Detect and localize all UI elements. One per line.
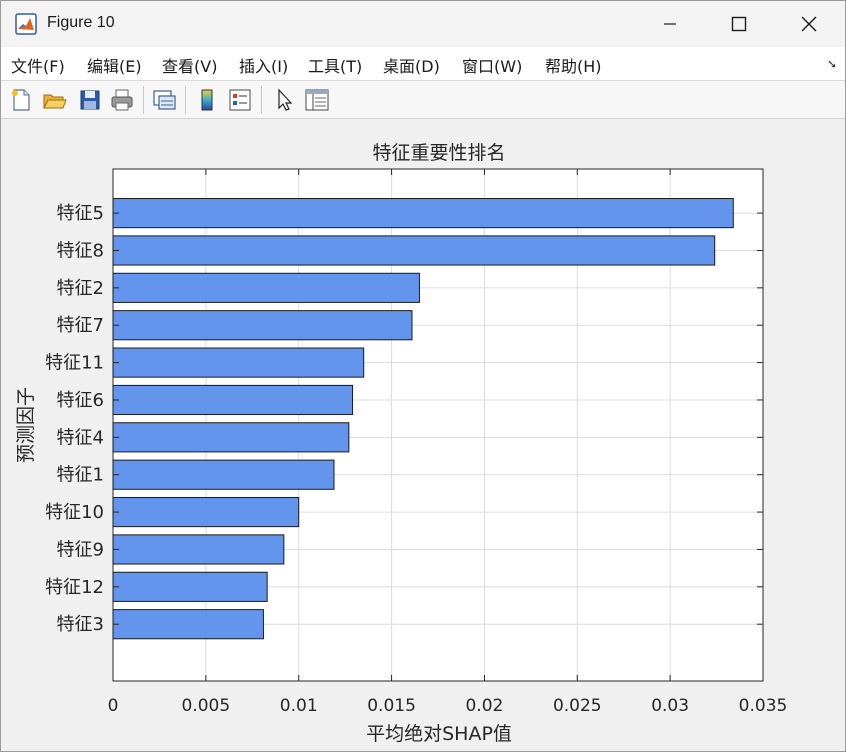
menu-view[interactable]: 查看(V): [162, 53, 217, 77]
x-tick-label: 0.03: [651, 696, 689, 716]
menu-edit[interactable]: 编辑(E): [87, 53, 142, 77]
menu-insert[interactable]: 插入(I): [239, 53, 288, 77]
y-tick-label: 特征1: [57, 465, 104, 486]
maximize-button[interactable]: [704, 1, 774, 47]
x-tick-label: 0.035: [739, 696, 788, 716]
menu-bar: 文件(F) 编辑(E) 查看(V) 插入(I) 工具(T) 桌面(D) 窗口(W…: [1, 47, 845, 81]
minimize-button[interactable]: [635, 1, 705, 47]
bar[interactable]: [112, 235, 716, 266]
bar[interactable]: [112, 497, 300, 528]
colorbar-icon[interactable]: [194, 87, 220, 113]
y-tick-label: 特征7: [57, 315, 104, 336]
close-icon: [801, 16, 817, 32]
bar[interactable]: [112, 310, 413, 341]
x-tick-label: 0.025: [553, 696, 602, 716]
window-title: Figure 10: [47, 14, 115, 31]
y-tick-label: 特征9: [57, 539, 104, 560]
property-inspector-icon[interactable]: [304, 87, 330, 113]
y-tick-label: 特征11: [45, 353, 104, 374]
bar[interactable]: [112, 198, 734, 229]
bar[interactable]: [112, 459, 335, 490]
bar[interactable]: [112, 347, 365, 378]
menu-tools[interactable]: 工具(T): [308, 53, 362, 77]
y-tick-label: 特征2: [57, 278, 104, 299]
bar[interactable]: [112, 272, 420, 303]
x-tick-label: 0.01: [280, 696, 318, 716]
title-bar: Figure 10: [1, 1, 845, 47]
bar[interactable]: [112, 534, 285, 565]
x-tick-label: 0.015: [367, 696, 416, 716]
bar-chart[interactable]: 特征重要性排名 特征5 特征8 特征2 特征7 特征11 特征6 特征4 特征1 特征10 特征9…: [1, 119, 845, 751]
y-axis-label: 预测因子: [15, 387, 37, 463]
x-tick-label: 0: [108, 696, 119, 716]
menu-overflow-icon[interactable]: ➘: [827, 57, 837, 71]
x-tick-label: 0.005: [182, 696, 231, 716]
new-figure-icon[interactable]: [8, 87, 34, 113]
y-tick-label: 特征5: [57, 203, 104, 224]
matlab-logo-icon: [15, 13, 37, 35]
toolbar-separator: [261, 86, 262, 114]
bar[interactable]: [112, 571, 268, 602]
menu-window[interactable]: 窗口(W): [462, 53, 522, 77]
figure-canvas: 特征重要性排名 特征5 特征8 特征2 特征7 特征11 特征6 特征4 特征1 特征10 特征9…: [1, 119, 845, 751]
bar[interactable]: [112, 422, 350, 453]
close-button[interactable]: [774, 1, 844, 47]
y-tick-label: 特征12: [45, 577, 104, 598]
minimize-icon: [664, 23, 676, 25]
menu-desktop[interactable]: 桌面(D): [383, 53, 440, 77]
y-tick-label: 特征3: [57, 614, 104, 635]
menu-help[interactable]: 帮助(H): [545, 53, 602, 77]
y-tick-label: 特征10: [45, 502, 104, 523]
toolbar-separator: [185, 86, 186, 114]
open-file-icon[interactable]: [41, 87, 67, 113]
print-icon[interactable]: [109, 87, 135, 113]
figure-window: Figure 10 文件(F) 编辑(E) 查看(V) 插入(I) 工具(T) …: [0, 0, 846, 752]
legend-icon[interactable]: [227, 87, 253, 113]
toolbar-separator: [143, 86, 144, 114]
bar[interactable]: [112, 609, 264, 640]
y-tick-label: 特征4: [57, 427, 104, 448]
pointer-icon[interactable]: [271, 87, 297, 113]
x-tick-label: 0.02: [465, 696, 503, 716]
bar[interactable]: [112, 384, 354, 416]
y-tick-label: 特征8: [57, 240, 104, 261]
y-tick-label: 特征6: [57, 390, 104, 411]
link-plot-icon[interactable]: [151, 87, 177, 113]
maximize-icon: [731, 16, 747, 32]
chart-title: 特征重要性排名: [372, 142, 505, 164]
x-axis-label: 平均绝对SHAP值: [366, 723, 512, 745]
save-icon[interactable]: [77, 87, 103, 113]
menu-file[interactable]: 文件(F): [11, 53, 65, 77]
figure-toolbar: [1, 81, 845, 119]
